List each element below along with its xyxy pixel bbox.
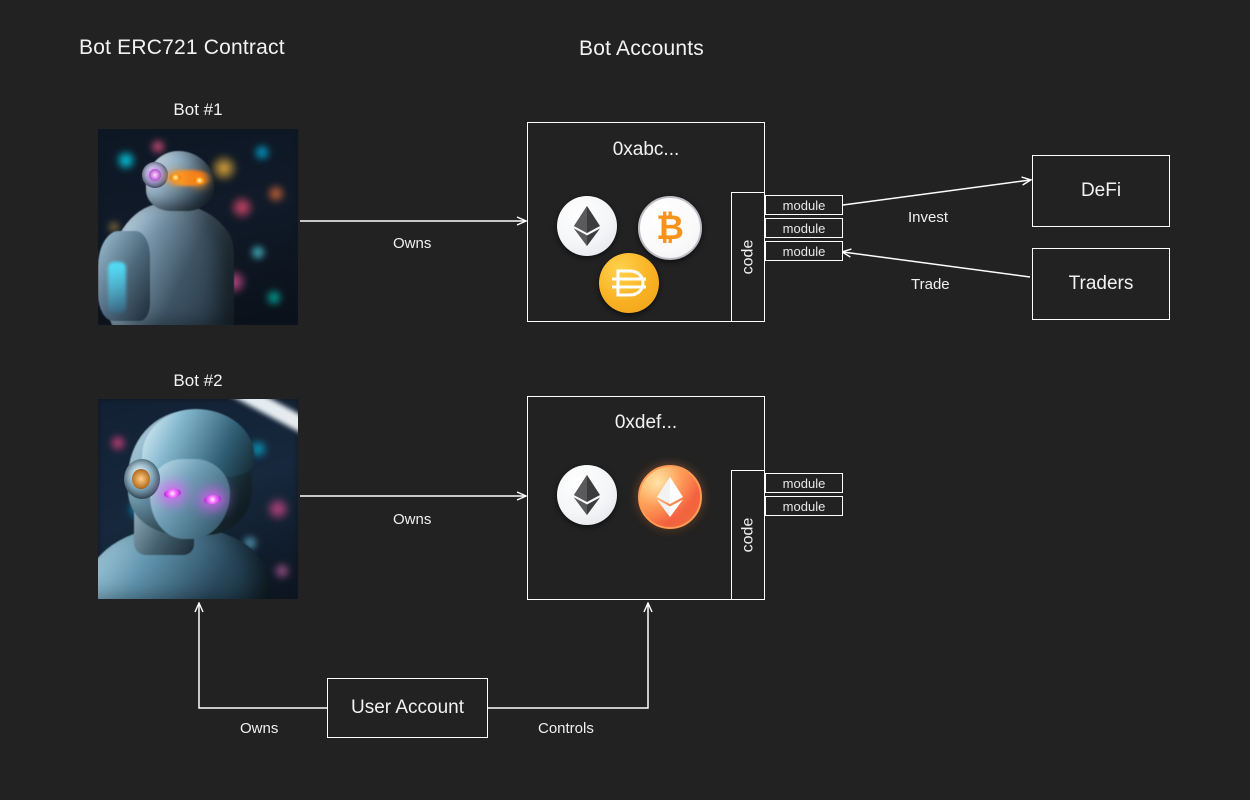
section-title-contract: Bot ERC721 Contract (79, 36, 285, 59)
edge-label-controls: Controls (538, 720, 594, 737)
ethereum-glyph (574, 475, 600, 515)
code-box-2: code (731, 470, 765, 600)
dai-coin-icon (599, 253, 659, 313)
code-box-1: code (731, 192, 765, 322)
external-box-defi-label: DeFi (1080, 180, 1122, 201)
bot-1-artwork (98, 129, 298, 325)
external-box-traders[interactable]: Traders (1032, 248, 1170, 320)
diagram-canvas: Bot ERC721 Contract Bot Accounts Bot #1 … (0, 0, 1250, 800)
module-chip[interactable]: module (765, 218, 843, 238)
ethereum-orange-coin-icon (638, 465, 702, 529)
section-title-accounts: Bot Accounts (579, 37, 704, 60)
edge-label-invest: Invest (908, 209, 949, 226)
ethereum-coin-icon (557, 196, 617, 256)
ethereum-coin-icon (557, 465, 617, 525)
robot-glow-strip (108, 262, 126, 314)
external-box-defi[interactable]: DeFi (1032, 155, 1170, 227)
code-box-label-2: code (739, 517, 757, 553)
user-account-box[interactable]: User Account (327, 678, 488, 738)
user-account-label: User Account (351, 697, 464, 718)
bot-1-caption: Bot #1 (173, 100, 223, 119)
code-box-label-1: code (739, 239, 757, 275)
robot-earpiece-glow (149, 169, 161, 181)
dai-glyph (612, 269, 646, 297)
bot-2-caption: Bot #2 (173, 371, 223, 390)
module-chip[interactable]: module (765, 496, 843, 516)
bitcoin-coin-icon: ₿ (638, 196, 702, 260)
bot-2-artwork (98, 399, 298, 599)
module-chip[interactable]: module (765, 473, 843, 493)
ethereum-glyph (657, 477, 683, 517)
external-box-traders-label: Traders (1068, 273, 1134, 294)
edge-label-owns-bot2: Owns (393, 511, 432, 528)
account-address-1: 0xabc... (612, 139, 680, 160)
edge-label-owns-bot1: Owns (393, 235, 432, 252)
edge-label-trade: Trade (911, 276, 950, 293)
module-chip[interactable]: module (765, 195, 843, 215)
cyborg-earpiece-core (132, 469, 150, 489)
robot-eye-right (194, 177, 205, 185)
module-chip[interactable]: module (765, 241, 843, 261)
edge-label-owns-user: Owns (240, 720, 279, 737)
bitcoin-glyph: ₿ (656, 209, 684, 247)
account-address-2: 0xdef... (614, 412, 678, 433)
ethereum-glyph (574, 206, 600, 246)
